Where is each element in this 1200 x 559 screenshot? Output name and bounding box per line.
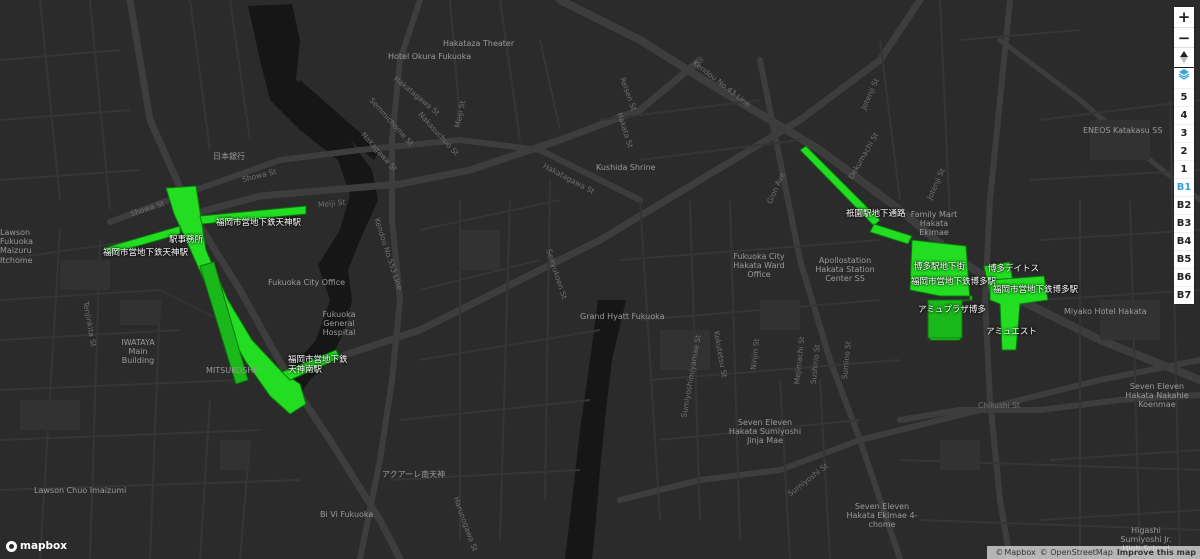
poi-hotel-okura[interactable]: Hotel Okura Fukuoka xyxy=(388,52,471,61)
floor-selector: 5 4 3 2 1 B1 B2 B3 B4 B5 B6 B7 xyxy=(1174,68,1194,304)
road-label-chikushi: Chikushi St xyxy=(978,401,1020,410)
compass-button[interactable] xyxy=(1174,47,1194,67)
station-label-hakata-subway-2[interactable]: 福岡市営地下鉄博多駅 xyxy=(993,285,1078,296)
map-canvas[interactable] xyxy=(0,0,1200,559)
floor-3-button[interactable]: 3 xyxy=(1174,124,1194,142)
floor-1-button[interactable]: 1 xyxy=(1174,160,1194,178)
layers-icon xyxy=(1178,69,1190,80)
floor-b3-button[interactable]: B3 xyxy=(1174,214,1194,232)
zoom-out-button[interactable]: − xyxy=(1174,27,1194,47)
poi-ward-office[interactable]: Fukuoka City Hakata Ward Office xyxy=(724,252,794,280)
station-label-hakata-chikagai[interactable]: 博多駅地下街 xyxy=(914,262,965,273)
poi-seven-ekimae[interactable]: Seven Eleven Hakata Ekimae 4-chome xyxy=(844,502,920,530)
floor-2-button[interactable]: 2 xyxy=(1174,142,1194,160)
layers-button[interactable] xyxy=(1174,68,1194,88)
station-label-tenjin[interactable]: 福岡市営地下鉄天神駅 xyxy=(216,218,301,229)
poi-general-hospital[interactable]: Fukuoka General Hospital xyxy=(310,310,368,338)
poi-seven-nakahie[interactable]: Seven Eleven Hakata Nakahie Koenmae xyxy=(1122,382,1192,410)
station-label-tenjin-west[interactable]: 福岡市営地下鉄天神駅 xyxy=(103,248,188,259)
floor-5-button[interactable]: 5 xyxy=(1174,88,1194,106)
attribution-improve-link[interactable]: Improve this map xyxy=(1117,548,1196,557)
poi-kushida[interactable]: Kushida Shrine xyxy=(596,163,656,172)
poi-grand-hyatt[interactable]: Grand Hyatt Fukuoka xyxy=(580,312,665,321)
station-label-amu-plaza[interactable]: アミュプラザ博多 xyxy=(918,305,986,316)
poi-city-office[interactable]: Fukuoka City Office xyxy=(268,278,345,287)
attribution-bar: ©Mapbox © OpenStreetMap Improve this map xyxy=(987,546,1200,559)
poi-iwataya[interactable]: IWATAYA Main Building xyxy=(112,338,164,366)
floor-b6-button[interactable]: B6 xyxy=(1174,268,1194,286)
poi-lawson-chuo[interactable]: Lawson Chuo Imaizumi xyxy=(34,486,126,495)
station-label-amu-est[interactable]: アミュエスト xyxy=(986,327,1037,338)
zoom-in-button[interactable]: + xyxy=(1174,7,1194,27)
station-label-deitos[interactable]: 博多デイトス xyxy=(988,264,1039,275)
map-container[interactable]: Hotel Okura Fukuoka Hakataza Theater 日本銀… xyxy=(0,0,1200,559)
poi-bank-japan[interactable]: 日本銀行 xyxy=(213,152,245,161)
poi-eneos[interactable]: ENEOS Katakasu SS xyxy=(1083,126,1162,135)
poi-mitsukoshi[interactable]: MITSUKOSHI F xyxy=(206,366,263,375)
floor-4-button[interactable]: 4 xyxy=(1174,106,1194,124)
floor-b4-button[interactable]: B4 xyxy=(1174,232,1194,250)
poi-miyako[interactable]: Miyako Hotel Hakata xyxy=(1064,307,1147,316)
mapbox-logo-icon xyxy=(6,540,17,552)
floor-b2-button[interactable]: B2 xyxy=(1174,196,1194,214)
station-label-hakata-subway[interactable]: 福岡市営地下鉄博多駅 xyxy=(911,277,996,288)
poi-hakataza[interactable]: Hakataza Theater xyxy=(443,39,514,48)
poi-lawson-fukuoka[interactable]: Lawson Fukuoka Maizuru Itchome xyxy=(0,228,62,265)
poi-bivi[interactable]: Bi Vi Fukuoka xyxy=(320,510,373,519)
mapbox-logo[interactable]: mapbox xyxy=(6,540,67,552)
floor-b5-button[interactable]: B5 xyxy=(1174,250,1194,268)
mapbox-logo-text: mapbox xyxy=(20,540,68,552)
attribution-osm-link[interactable]: © OpenStreetMap xyxy=(1040,548,1113,557)
poi-apollostation[interactable]: Apollostation Hakata Station Center SS xyxy=(806,256,884,284)
zoom-control-group: + − xyxy=(1174,7,1194,67)
poi-aqua[interactable]: アクアーレ南天神 xyxy=(382,470,445,479)
attribution-copyright: © xyxy=(995,548,1004,557)
station-label-gion[interactable]: 祇園駅地下通路 xyxy=(846,209,906,220)
station-label-ekimae[interactable]: 駅事務所 xyxy=(169,235,203,246)
poi-seven-sumiyoshi[interactable]: Seven Eleven Hakata Sumiyoshi Jinja Mae xyxy=(726,418,804,446)
attribution-mapbox-link[interactable]: Mapbox xyxy=(1004,548,1035,557)
floor-b1-button[interactable]: B1 xyxy=(1174,178,1194,196)
floor-b7-button[interactable]: B7 xyxy=(1174,286,1194,304)
station-label-tenjin-minami[interactable]: 福岡市営地下鉄 天神南駅 xyxy=(288,355,354,376)
poi-familymart[interactable]: Family Mart Hakata Ekimae xyxy=(908,210,960,238)
compass-icon xyxy=(1180,51,1188,63)
